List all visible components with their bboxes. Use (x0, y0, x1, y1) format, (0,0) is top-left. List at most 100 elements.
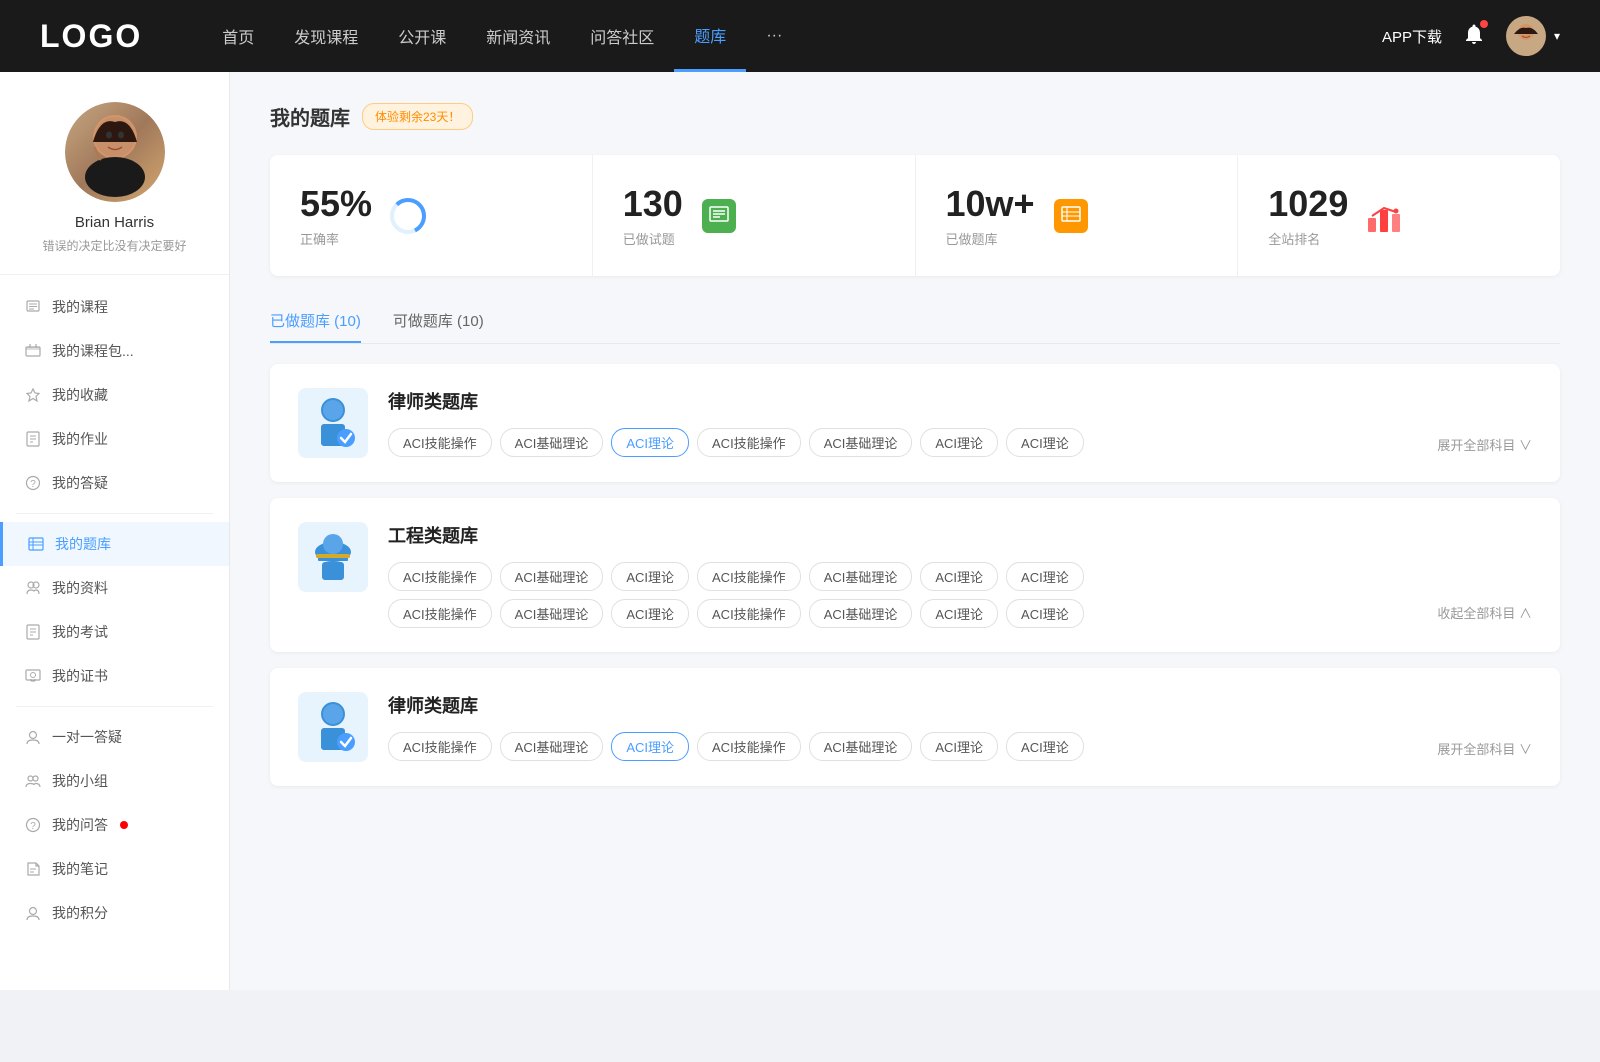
avatar-image (1506, 16, 1546, 56)
qbank-card-2-body: 律师类题库 ACI技能操作 ACI基础理论 ACI理论 ACI技能操作 ACI基… (388, 692, 1532, 761)
tag-1-r2-1[interactable]: ACI基础理论 (500, 599, 604, 628)
tag-2-0[interactable]: ACI技能操作 (388, 732, 492, 761)
nav-qa[interactable]: 问答社区 (570, 0, 674, 72)
divider-1 (16, 513, 213, 514)
tab-available-banks[interactable]: 可做题库 (10) (393, 300, 484, 343)
stat-accuracy-text: 55% 正确率 (300, 183, 372, 248)
sidebar-label-my-exams: 我的考试 (52, 622, 108, 642)
tag-1-1[interactable]: ACI基础理论 (500, 562, 604, 591)
tag-1-r2-4[interactable]: ACI基础理论 (809, 599, 913, 628)
stat-accuracy-value: 55% (300, 183, 372, 225)
qbank-card-0-body: 律师类题库 ACI技能操作 ACI基础理论 ACI理论 ACI技能操作 ACI基… (388, 388, 1532, 457)
notification-bell[interactable] (1462, 22, 1486, 51)
sidebar-label-my-notes: 我的笔记 (52, 859, 108, 879)
logo[interactable]: LOGO (40, 18, 142, 55)
tag-1-r2-3[interactable]: ACI技能操作 (697, 599, 801, 628)
tag-0-1[interactable]: ACI基础理论 (500, 428, 604, 457)
tab-done-banks[interactable]: 已做题库 (10) (270, 300, 361, 343)
nav-more[interactable]: ··· (746, 0, 802, 72)
sidebar-item-my-packages[interactable]: 我的课程包... (0, 329, 229, 373)
sidebar-item-my-notes[interactable]: 我的笔记 (0, 847, 229, 891)
sidebar-item-my-qa[interactable]: ? 我的答疑 (0, 461, 229, 505)
qbank-icon (27, 535, 45, 553)
tag-2-6[interactable]: ACI理论 (1006, 732, 1084, 761)
tag-1-6[interactable]: ACI理论 (1006, 562, 1084, 591)
user-chevron[interactable]: ▾ (1554, 29, 1560, 43)
nav-qbank[interactable]: 题库 (674, 0, 746, 72)
qbank-card-1-collapse[interactable]: 收起全部科目 ∧ (1437, 603, 1532, 628)
tag-1-4[interactable]: ACI基础理论 (809, 562, 913, 591)
tag-1-r2-0[interactable]: ACI技能操作 (388, 599, 492, 628)
app-download-button[interactable]: APP下载 (1382, 26, 1442, 47)
sidebar-item-my-courses[interactable]: 我的课程 (0, 285, 229, 329)
tag-1-0[interactable]: ACI技能操作 (388, 562, 492, 591)
tag-0-6[interactable]: ACI理论 (1006, 428, 1084, 457)
questions-notification-dot (120, 821, 128, 829)
sidebar-item-my-qbank[interactable]: 我的题库 (0, 522, 229, 566)
main-content: 我的题库 体验剩余23天！ 55% 正确率 (230, 72, 1600, 990)
page-title-bar: 我的题库 体验剩余23天！ (270, 102, 1560, 131)
tag-1-r2-6[interactable]: ACI理论 (1006, 599, 1084, 628)
tag-2-4[interactable]: ACI基础理论 (809, 732, 913, 761)
header-right: APP下载 ▾ (1382, 16, 1560, 56)
qbank-card-2: 律师类题库 ACI技能操作 ACI基础理论 ACI理论 ACI技能操作 ACI基… (270, 668, 1560, 786)
questions-icon: ? (24, 816, 42, 834)
header: LOGO 首页 发现课程 公开课 新闻资讯 问答社区 题库 ··· APP下载 (0, 0, 1600, 72)
qbank-card-1-header: 工程类题库 ACI技能操作 ACI基础理论 ACI理论 ACI技能操作 ACI基… (298, 522, 1532, 628)
tag-2-5[interactable]: ACI理论 (920, 732, 998, 761)
stats-row: 55% 正确率 130 已做试题 (270, 155, 1560, 276)
stat-done-text: 130 已做试题 (623, 183, 683, 248)
qbank-card-1-title: 工程类题库 (388, 522, 1532, 548)
sidebar-label-my-group: 我的小组 (52, 771, 108, 791)
tag-0-2-active[interactable]: ACI理论 (611, 428, 689, 457)
qbank-card-2-expand[interactable]: 展开全部科目 ∨ (1437, 739, 1532, 758)
svg-text:?: ? (30, 479, 36, 490)
qbank-card-1-tags-row2: ACI技能操作 ACI基础理论 ACI理论 ACI技能操作 ACI基础理论 AC… (388, 599, 1532, 628)
nav-courses[interactable]: 发现课程 (274, 0, 378, 72)
qbank-card-0-expand[interactable]: 展开全部科目 ∨ (1437, 435, 1532, 454)
tag-1-r2-2[interactable]: ACI理论 (611, 599, 689, 628)
packages-icon (24, 342, 42, 360)
profile-motto: 错误的决定比没有决定要好 (42, 237, 186, 254)
sidebar-item-one-on-one[interactable]: 一对一答疑 (0, 715, 229, 759)
tag-1-2[interactable]: ACI理论 (611, 562, 689, 591)
qbank-card-0-title: 律师类题库 (388, 388, 1532, 414)
tag-1-r2-5[interactable]: ACI理论 (920, 599, 998, 628)
sidebar-item-my-group[interactable]: 我的小组 (0, 759, 229, 803)
nav-home[interactable]: 首页 (202, 0, 274, 72)
sidebar-item-my-favorites[interactable]: 我的收藏 (0, 373, 229, 417)
tag-0-0[interactable]: ACI技能操作 (388, 428, 492, 457)
nav-open-course[interactable]: 公开课 (378, 0, 466, 72)
stat-rank-text: 1029 全站排名 (1268, 183, 1348, 248)
profile-avatar[interactable] (65, 102, 165, 202)
sidebar-item-my-questions[interactable]: ? 我的问答 (0, 803, 229, 847)
sidebar-item-my-points[interactable]: 我的积分 (0, 891, 229, 935)
engineer-icon (308, 530, 358, 585)
qbank-card-1: 工程类题库 ACI技能操作 ACI基础理论 ACI理论 ACI技能操作 ACI基… (270, 498, 1560, 652)
sidebar-label-my-qbank: 我的题库 (55, 534, 111, 554)
tag-2-3[interactable]: ACI技能操作 (697, 732, 801, 761)
stat-banks-text: 10w+ 已做题库 (946, 183, 1035, 248)
avatar[interactable] (1506, 16, 1546, 56)
tag-0-5[interactable]: ACI理论 (920, 428, 998, 457)
qbank-card-2-icon (298, 692, 368, 762)
tag-1-5[interactable]: ACI理论 (920, 562, 998, 591)
qbank-card-0-header: 律师类题库 ACI技能操作 ACI基础理论 ACI理论 ACI技能操作 ACI基… (298, 388, 1532, 458)
tag-0-3[interactable]: ACI技能操作 (697, 428, 801, 457)
sidebar-label-my-materials: 我的资料 (52, 578, 108, 598)
qbank-card-2-title: 律师类题库 (388, 692, 1532, 718)
sidebar-label-one-on-one: 一对一答疑 (52, 727, 122, 747)
tag-2-1[interactable]: ACI基础理论 (500, 732, 604, 761)
tag-0-4[interactable]: ACI基础理论 (809, 428, 913, 457)
sidebar-item-my-exams[interactable]: 我的考试 (0, 610, 229, 654)
tag-2-2-active[interactable]: ACI理论 (611, 732, 689, 761)
qbank-card-0: 律师类题库 ACI技能操作 ACI基础理论 ACI理论 ACI技能操作 ACI基… (270, 364, 1560, 482)
tag-1-3[interactable]: ACI技能操作 (697, 562, 801, 591)
qbank-card-2-tags: ACI技能操作 ACI基础理论 ACI理论 ACI技能操作 ACI基础理论 AC… (388, 732, 1532, 761)
nav-news[interactable]: 新闻资讯 (466, 0, 570, 72)
user-area[interactable]: ▾ (1506, 16, 1560, 56)
sidebar-item-my-certs[interactable]: 我的证书 (0, 654, 229, 698)
materials-icon (24, 579, 42, 597)
sidebar-item-my-homework[interactable]: 我的作业 (0, 417, 229, 461)
sidebar-item-my-materials[interactable]: 我的资料 (0, 566, 229, 610)
